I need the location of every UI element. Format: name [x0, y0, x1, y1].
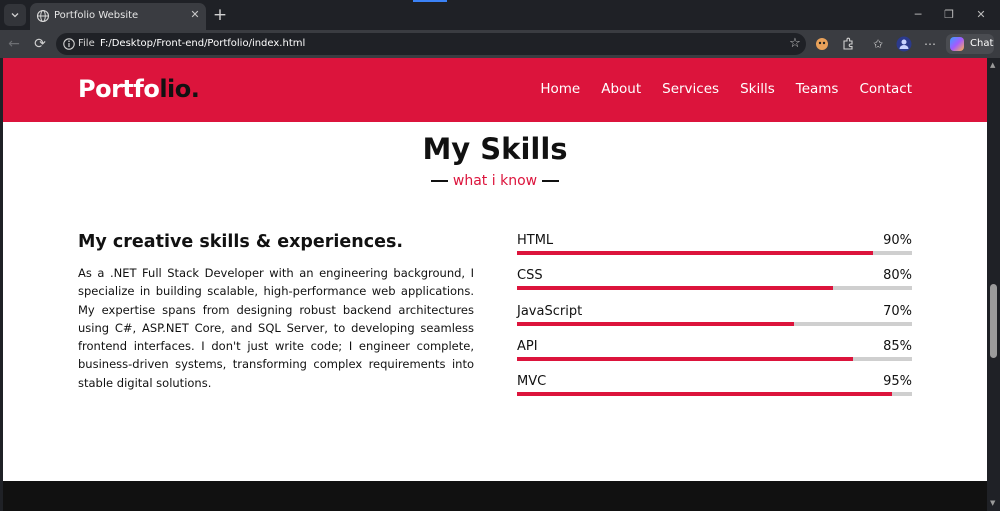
scroll-down-icon[interactable]: ▼ — [990, 500, 997, 507]
close-window-button[interactable]: ✕ — [966, 5, 996, 25]
skill-percent: 85% — [883, 338, 912, 354]
skill-percent: 70% — [883, 303, 912, 319]
skill-bar-fill — [517, 392, 893, 397]
nav-home[interactable]: Home — [540, 81, 580, 97]
skill-row: CSS 80% — [517, 268, 912, 303]
tab-accent-line — [413, 0, 447, 2]
skill-row: HTML 90% — [517, 233, 912, 268]
skill-row: JavaScript 70% — [517, 304, 912, 339]
skill-percent: 80% — [883, 268, 912, 284]
nav-contact[interactable]: Contact — [859, 81, 912, 97]
globe-icon — [36, 9, 50, 23]
new-tab-button[interactable]: + — [210, 5, 230, 25]
chat-label: Chat — [970, 38, 994, 49]
reload-button[interactable]: ⟳ — [30, 34, 50, 54]
subtitle-text: what i know — [452, 173, 538, 189]
skill-name: MVC — [517, 374, 547, 390]
nav-about[interactable]: About — [601, 81, 641, 97]
section-subtitle: what i know — [3, 173, 987, 189]
skill-percent: 95% — [883, 374, 912, 390]
skill-name: JavaScript — [517, 303, 583, 319]
nav-skills[interactable]: Skills — [740, 81, 775, 97]
skill-bars: HTML 90% CSS 80% JavaScript 70% API 85% … — [517, 233, 912, 409]
tab-title: Portfolio Website — [54, 10, 139, 21]
tab-close-icon[interactable]: ✕ — [187, 7, 203, 23]
skill-bar-fill — [517, 321, 794, 326]
page-viewport: Portfolio. Home About Services Skills Te… — [3, 58, 987, 511]
skill-row: MVC 95% — [517, 374, 912, 409]
skill-percent: 90% — [883, 233, 912, 248]
skill-name: HTML — [517, 233, 554, 248]
nav-teams[interactable]: Teams — [796, 81, 839, 97]
minimize-button[interactable]: ─ — [903, 5, 933, 25]
copilot-icon — [950, 37, 964, 51]
skill-row: API 85% — [517, 339, 912, 374]
logo-main: Portfo — [78, 75, 160, 103]
address-scheme-label: File — [78, 38, 95, 49]
scroll-up-icon[interactable]: ▲ — [990, 62, 997, 69]
chevron-down-icon — [11, 13, 19, 18]
address-bar[interactable]: File F:/Desktop/Front-end/Portfolio/inde… — [56, 33, 806, 55]
nav-services[interactable]: Services — [662, 81, 719, 97]
browser-toolbar: ← ⟳ File F:/Desktop/Front-end/Portfolio/… — [0, 30, 1000, 58]
copilot-chat-button[interactable]: Chat — [946, 34, 994, 54]
favorite-star-icon[interactable]: ☆ — [786, 35, 804, 53]
skills-heading: My creative skills & experiences. — [78, 232, 404, 252]
extension-avatar-icon[interactable] — [813, 35, 831, 53]
browser-tab[interactable]: Portfolio Website ✕ — [30, 3, 206, 30]
tab-list-button[interactable] — [4, 4, 26, 26]
logo-accent: lio. — [159, 75, 200, 103]
browser-tabbar: Portfolio Website ✕ + ─ ❐ ✕ — [0, 0, 1000, 30]
more-menu-icon[interactable]: ⋯ — [921, 35, 939, 53]
section-title: My Skills — [422, 132, 568, 166]
address-url[interactable]: F:/Desktop/Front-end/Portfolio/index.htm… — [100, 38, 305, 49]
skill-bar-track — [517, 392, 912, 397]
skill-bar-track — [517, 356, 912, 361]
favorites-icon[interactable]: ✩ — [869, 35, 887, 53]
skill-bar-fill — [517, 251, 873, 255]
site-navbar: Portfolio. Home About Services Skills Te… — [3, 58, 987, 122]
extensions-puzzle-icon[interactable] — [839, 35, 857, 53]
skill-bar-fill — [517, 356, 853, 361]
skill-name: API — [517, 338, 538, 354]
skill-bar-track — [517, 251, 912, 255]
back-button[interactable]: ← — [4, 34, 24, 54]
skill-bar-track — [517, 321, 912, 326]
site-menu: Home About Services Skills Teams Contact — [519, 81, 912, 97]
skill-name: CSS — [517, 268, 543, 284]
info-icon[interactable] — [62, 37, 76, 51]
skill-bar-fill — [517, 286, 833, 291]
restore-button[interactable]: ❐ — [934, 5, 964, 25]
subtitle-dash-right — [542, 180, 560, 182]
skills-description: As a .NET Full Stack Developer with an e… — [78, 266, 474, 390]
subtitle-dash-left — [430, 180, 448, 182]
profile-avatar[interactable] — [895, 35, 913, 53]
next-section-dark — [3, 481, 987, 511]
page-scrollbar[interactable]: ▲ ▼ — [987, 58, 1000, 511]
scrollbar-thumb[interactable] — [990, 284, 997, 358]
site-logo[interactable]: Portfolio. — [78, 75, 200, 103]
skill-bar-track — [517, 286, 912, 291]
